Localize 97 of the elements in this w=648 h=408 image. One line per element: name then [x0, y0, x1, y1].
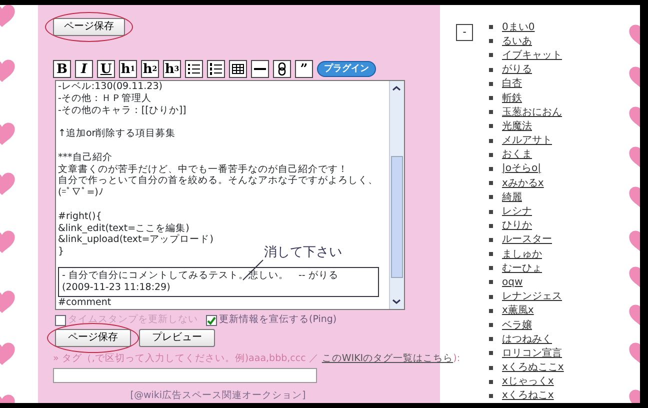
member-link[interactable]: イブキャット	[502, 48, 562, 63]
editor-line: ***自己紹介	[58, 152, 112, 164]
bullet-icon	[489, 366, 493, 370]
bullet-icon	[489, 294, 493, 299]
annotation-text: 消して下さい	[264, 244, 342, 262]
tag-hint-suffix: ):	[453, 352, 460, 364]
link-button[interactable]	[273, 60, 291, 78]
bullet-icon	[489, 210, 493, 214]
table-icon	[231, 62, 245, 76]
member-link[interactable]: ましゅか	[502, 246, 542, 262]
tag-list-link[interactable]: このWIKIのタグ一覧はこちら	[322, 352, 454, 364]
member-link[interactable]: ロリコン宣言	[502, 346, 562, 361]
bullet-icon	[489, 323, 493, 328]
member-link[interactable]: メルアサト	[502, 133, 552, 148]
table-button[interactable]	[229, 60, 247, 78]
editor-line: }	[58, 246, 64, 258]
bullet-icon	[489, 96, 493, 100]
member-link[interactable]: 斬鉄	[502, 90, 522, 106]
member-link[interactable]: 玉葱おにおん	[502, 104, 562, 120]
editor-line: 自分で作っといて自分の首を絞める。そんなアホな子ですがよろしく、	[58, 175, 378, 187]
format-button[interactable]: B	[53, 60, 71, 78]
form-button[interactable]: ページ保存	[55, 328, 131, 346]
text-editor[interactable]	[55, 80, 405, 310]
editor-line: (=ﾟ∇ﾟ=)ﾉ	[58, 187, 104, 199]
bullet-icon	[489, 351, 493, 356]
horizontal-rule-button[interactable]	[251, 60, 269, 78]
format-button[interactable]: ”	[295, 60, 313, 78]
member-link[interactable]: むーひょ	[502, 260, 542, 276]
member-link[interactable]: ルースター	[502, 232, 552, 248]
checkbox[interactable]	[206, 314, 217, 326]
tag-hint-text: » タグ（,で区切って入力してください。例)aaa,bbb,ccc ／	[53, 352, 320, 364]
member-link[interactable]: 光魔法	[502, 118, 532, 134]
numbered-list-button[interactable]	[207, 60, 225, 78]
editor-line: -その他：ＨＰ管理人	[58, 92, 152, 105]
tag-input-field[interactable]	[53, 368, 317, 383]
member-link[interactable]: ベラ嬢	[502, 318, 532, 333]
bullet-icon	[489, 138, 493, 143]
bullet-icon	[489, 337, 493, 342]
member-link[interactable]: はつねみく	[502, 332, 552, 347]
bullet-icon	[489, 394, 493, 398]
member-link[interactable]: ひりか	[502, 218, 532, 234]
bullet-icon	[489, 124, 493, 128]
editor-line: #right(){	[58, 210, 102, 223]
member-link[interactable]: xじゃっくx	[502, 374, 554, 390]
option-label: 更新情報を宣伝する(Ping)	[219, 313, 337, 328]
bullet-icon	[489, 152, 493, 157]
member-link[interactable]: |oそらo|	[502, 161, 541, 176]
save-page-button[interactable]: ページ保存	[53, 18, 125, 36]
scroll-up-icon[interactable]	[390, 83, 403, 94]
format-button[interactable]: I	[75, 60, 93, 78]
bullet-icon	[489, 252, 493, 256]
bullet-icon	[489, 53, 493, 58]
editor-line: ↑追加or削除する項目募集	[58, 128, 176, 140]
numbered-list-icon	[209, 62, 223, 76]
bullet-icon	[489, 68, 493, 72]
member-link[interactable]: レシナ	[502, 204, 532, 220]
member-link[interactable]: xくろぬここx	[502, 360, 564, 376]
member-link[interactable]: 綺麗	[502, 190, 522, 205]
member-link[interactable]: x薫風x	[502, 303, 534, 318]
bullet-icon	[489, 110, 493, 114]
comment-text: - 自分で自分にコメントしてみるテスト。悲しい。 -- がりる (2009-11-23 11:18:29)	[58, 267, 379, 298]
bullet-icon	[489, 380, 493, 384]
collapse-button[interactable]: -	[456, 24, 473, 41]
bullet-icon	[489, 280, 493, 284]
scroll-down-icon[interactable]	[390, 296, 403, 307]
form-button[interactable]: プレビュー	[139, 328, 215, 346]
format-button[interactable]: U	[97, 60, 115, 78]
editor-line: -その他のキャラ：[[ひりか]]	[58, 104, 186, 116]
bullet-icon	[489, 181, 493, 186]
bullet-icon	[489, 39, 493, 44]
editor-line: #comment	[58, 297, 112, 310]
member-link[interactable]: xみかるx	[502, 176, 544, 191]
editor-line: -レベル:130(09.11.23)	[58, 81, 162, 93]
member-link[interactable]: おくま	[502, 147, 532, 162]
member-link[interactable]: るいあ	[502, 34, 532, 49]
member-link[interactable]: レナンジェス	[502, 289, 562, 304]
bullet-icon	[489, 266, 493, 270]
member-link[interactable]: 0まい0	[502, 20, 535, 35]
editor-line: &link_edit(text=ここを編集)	[58, 222, 190, 234]
editor-line: 文章書くのが苦手だけど、中でも一番苦手なのが自己紹介です！	[58, 164, 348, 175]
bullet-icon	[489, 224, 493, 228]
checkmark-icon	[207, 316, 216, 325]
member-link[interactable]: xくろねこx	[502, 388, 554, 403]
scrollbar[interactable]	[389, 81, 404, 310]
editor-line: &link_upload(text=アップロード)	[58, 234, 214, 246]
bullet-list-button[interactable]	[185, 60, 203, 78]
bullet-icon	[489, 25, 493, 30]
bullet-icon	[489, 238, 493, 242]
member-link[interactable]: がりる	[502, 62, 532, 78]
bullet-icon	[489, 308, 493, 313]
bullet-icon	[489, 195, 493, 200]
bullet-icon	[489, 82, 493, 86]
member-link[interactable]: 白杏	[502, 76, 522, 92]
bullet-icon	[489, 166, 493, 171]
bullet-list-icon	[187, 62, 201, 76]
rule-icon	[254, 68, 266, 70]
member-link[interactable]: oqw	[502, 274, 523, 290]
